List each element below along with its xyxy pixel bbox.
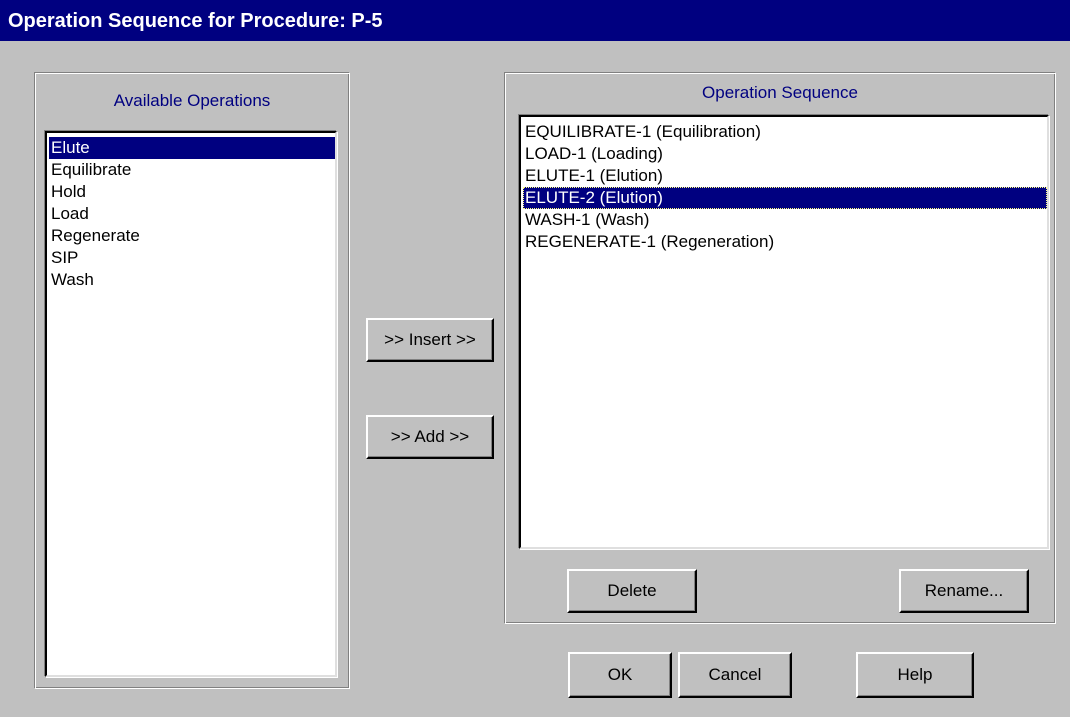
available-operations-group: Available Operations Elute Equilibrate H… bbox=[34, 72, 350, 689]
available-item-load[interactable]: Load bbox=[49, 203, 335, 225]
operation-sequence-group: Operation Sequence EQUILIBRATE-1 (Equili… bbox=[504, 72, 1056, 624]
available-item-sip[interactable]: SIP bbox=[49, 247, 335, 269]
sequence-item-equilibrate-1[interactable]: EQUILIBRATE-1 (Equilibration) bbox=[523, 121, 1047, 143]
sequence-item-load-1[interactable]: LOAD-1 (Loading) bbox=[523, 143, 1047, 165]
operation-sequence-list[interactable]: EQUILIBRATE-1 (Equilibration) LOAD-1 (Lo… bbox=[519, 115, 1049, 549]
help-button[interactable]: Help bbox=[856, 652, 974, 698]
available-item-elute[interactable]: Elute bbox=[49, 137, 335, 159]
sequence-item-elute-2[interactable]: ELUTE-2 (Elution) bbox=[523, 187, 1047, 209]
available-item-regenerate[interactable]: Regenerate bbox=[49, 225, 335, 247]
delete-button[interactable]: Delete bbox=[567, 569, 697, 613]
cancel-button[interactable]: Cancel bbox=[678, 652, 792, 698]
sequence-item-wash-1[interactable]: WASH-1 (Wash) bbox=[523, 209, 1047, 231]
insert-button[interactable]: >> Insert >> bbox=[366, 318, 494, 362]
available-item-wash[interactable]: Wash bbox=[49, 269, 335, 291]
window-title: Operation Sequence for Procedure: P-5 bbox=[0, 0, 1070, 41]
rename-button[interactable]: Rename... bbox=[899, 569, 1029, 613]
available-item-hold[interactable]: Hold bbox=[49, 181, 335, 203]
sequence-item-elute-1[interactable]: ELUTE-1 (Elution) bbox=[523, 165, 1047, 187]
operation-sequence-title: Operation Sequence bbox=[702, 83, 858, 102]
available-operations-list[interactable]: Elute Equilibrate Hold Load Regenerate S… bbox=[45, 131, 337, 677]
sequence-item-regenerate-1[interactable]: REGENERATE-1 (Regeneration) bbox=[523, 231, 1047, 253]
ok-button[interactable]: OK bbox=[568, 652, 672, 698]
available-item-equilibrate[interactable]: Equilibrate bbox=[49, 159, 335, 181]
add-button[interactable]: >> Add >> bbox=[366, 415, 494, 459]
available-operations-title: Available Operations bbox=[113, 91, 271, 110]
